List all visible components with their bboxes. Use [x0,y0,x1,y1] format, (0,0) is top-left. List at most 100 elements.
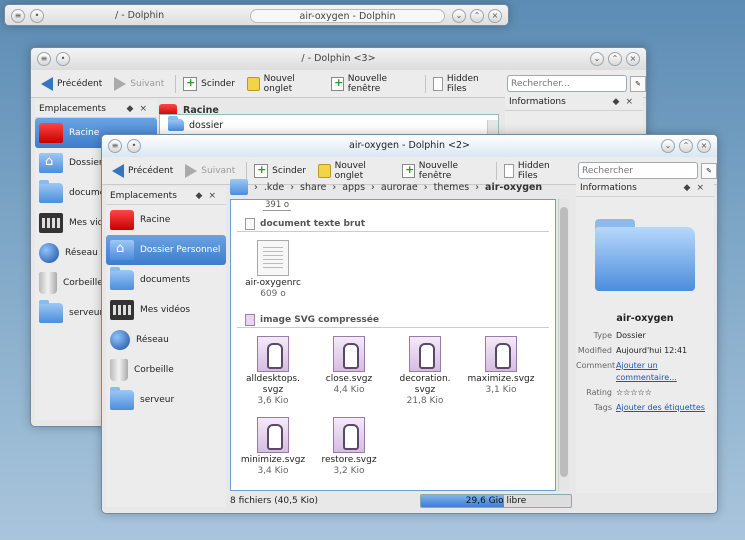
breadcrumb-items: › .kde › share › apps › aurorae › themes › air-oxyg… [254,182,542,193]
sticky-icon[interactable]: • [56,52,70,66]
file-view[interactable]: 391 o document texte brut air-oxygenrc 609… [230,199,556,491]
window-3-titlebar[interactable]: ≡ • / - Dolphin <3> ⌄ ⌃ × [31,48,646,70]
breadcrumb-separator: › [475,181,480,193]
free-space-label: 29,6 Gio libre [465,496,527,506]
file-name: minimize.svgz [240,455,306,465]
close-icon[interactable]: × [626,52,640,66]
panel-controls[interactable]: ◆× [684,179,714,196]
window-menu-icon[interactable]: ≡ [108,139,122,153]
toolbar-separator [175,74,177,93]
text-file-icon [257,240,289,276]
breadcrumb-separator: › [423,181,428,193]
window-1-tab[interactable]: air-oxygen - Dolphin [250,9,445,23]
window-menu-icon[interactable]: ≡ [37,52,51,66]
split-button[interactable]: Scinder [179,74,239,94]
window-2-titlebar[interactable]: ≡ • air-oxygen - Dolphin <2> ⌄ ⌃ × [102,135,717,157]
breadcrumb-item[interactable]: aurorae [381,182,418,193]
window-2-title: air-oxygen - Dolphin <2> [349,140,470,151]
sticky-icon[interactable]: • [30,9,44,23]
svgz-file-icon [485,336,517,372]
places-panel-title: Emplacements ◆× [106,187,226,205]
network-globe-icon [39,243,59,263]
file-name: decoration. svgz [399,374,451,395]
scrollbar-thumb[interactable] [560,207,568,477]
hidden-files-icon [503,163,514,178]
dolphin-window-1[interactable]: ≡ • / - Dolphin air-oxygen - Dolphin ⌄ ⌃ … [4,4,509,26]
place-item[interactable]: Dossier Personnel [106,235,226,265]
breadcrumb-item[interactable]: share [300,182,326,193]
breadcrumb-item[interactable]: .kde [264,182,284,193]
minimize-icon[interactable]: ⌄ [452,9,466,23]
file-view-scrollbar[interactable] [558,199,569,491]
video-folder-icon [39,213,63,233]
breadcrumb-item[interactable]: themes [434,182,470,193]
forward-button[interactable]: Suivant [110,74,168,94]
place-item[interactable]: serveur [106,385,226,415]
sticky-icon[interactable]: • [127,139,141,153]
info-panel-title: Informations ◆× [576,179,714,197]
place-item[interactable]: Racine [106,205,226,235]
folder-icon [110,267,134,290]
dolphin-window-2[interactable]: ≡ • air-oxygen - Dolphin <2> ⌄ ⌃ × Précéd… [101,134,718,514]
network-globe-icon [110,330,130,350]
breadcrumb-separator: › [254,181,258,193]
file-item[interactable]: dossier [160,115,498,135]
panel-controls[interactable]: ◆× [613,93,643,110]
file-item[interactable]: restore.svgz 3,2 Kio [311,413,387,477]
file-groups: document texte brut air-oxygenrc 609 o imag… [231,200,555,483]
file-size: 609 o [260,289,286,299]
file-name: maximize.svgz [467,374,535,384]
panel-controls[interactable]: ◆× [127,100,157,117]
split-view-icon [254,163,269,178]
info-link[interactable]: Ajouter des étiquettes [616,402,714,414]
close-icon[interactable]: × [488,9,502,23]
info-link[interactable]: Ajouter un commentaire... [616,360,714,384]
file-item[interactable]: minimize.svgz 3,4 Kio [235,413,311,477]
window-menu-icon[interactable]: ≡ [11,9,25,23]
new-window-button[interactable]: Nouvelle fenêtre [327,74,418,94]
group-header: document texte brut [237,216,549,232]
info-row: Type Dossier [576,330,714,342]
place-item-label: Mes vidéos [140,305,191,315]
maximize-icon[interactable]: ⌃ [608,52,622,66]
file-item[interactable]: air-oxygenrc 609 o [235,236,311,300]
minimize-icon[interactable]: ⌄ [590,52,604,66]
new-window-icon [331,76,344,91]
file-item[interactable]: alldesktops. svgz 3,6 Kio [235,332,311,407]
top-size-label: 391 o [263,200,292,211]
svgz-file-icon [409,336,441,372]
file-size: 3,6 Kio [257,396,289,406]
search-input[interactable] [507,75,627,92]
minimize-icon[interactable]: ⌄ [661,139,675,153]
close-icon[interactable]: × [697,139,711,153]
breadcrumb-item[interactable]: air-oxygen [485,182,542,193]
panel-controls[interactable]: ◆× [196,187,226,204]
maximize-icon[interactable]: ⌃ [679,139,693,153]
group-title: image SVG compressée [260,314,379,325]
group-header: image SVG compressée [237,312,549,328]
free-space-bar[interactable]: 29,6 Gio libre [420,494,572,508]
info-key: Comment [576,361,616,370]
clear-search-icon[interactable]: ✎ [630,75,646,92]
file-item[interactable]: maximize.svgz 3,1 Kio [463,332,539,407]
place-item[interactable]: Corbeille [106,355,226,385]
search-input[interactable] [578,162,698,179]
file-item[interactable]: decoration. svgz 21,8 Kio [387,332,463,407]
file-size: 3,1 Kio [485,385,517,395]
maximize-icon[interactable]: ⌃ [470,9,484,23]
hidden-files-button[interactable]: Hidden Files [429,74,499,94]
back-button[interactable]: Précédent [37,74,106,94]
place-item[interactable]: Réseau [106,325,226,355]
window-3-title: / - Dolphin <3> [301,53,376,64]
file-name: restore.svgz [321,455,377,465]
place-item[interactable]: documents [106,265,226,295]
home-icon[interactable] [230,179,248,195]
clear-search-icon[interactable]: ✎ [701,162,717,179]
place-item[interactable]: Mes vidéos [106,295,226,325]
new-tab-button[interactable]: Nouvel onglet [243,74,323,94]
back-button[interactable]: Précédent [108,161,177,181]
breadcrumb-item[interactable]: apps [342,182,365,193]
file-item[interactable]: close.svgz 4,4 Kio [311,332,387,407]
status-bar: 8 fichiers (40,5 Kio) [230,493,318,509]
window-1-titlebar[interactable]: ≡ • / - Dolphin air-oxygen - Dolphin ⌄ ⌃ … [5,5,508,25]
